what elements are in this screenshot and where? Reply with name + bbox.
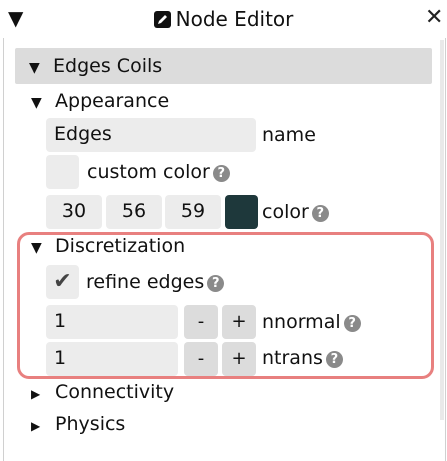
nnormal-label: nnormal: [262, 311, 341, 333]
refine-edges-checkbox[interactable]: ✔: [46, 265, 79, 299]
help-icon[interactable]: ?: [311, 205, 329, 222]
color-label-wrap: color?: [262, 200, 329, 224]
nnormal-input[interactable]: 1: [46, 305, 178, 339]
appearance-label: Appearance: [55, 90, 170, 112]
help-icon[interactable]: ?: [212, 165, 230, 182]
ntrans-label-wrap: ntrans?: [262, 346, 343, 370]
checkmark-icon: ✔: [53, 269, 72, 294]
physics-header[interactable]: ▶ Physics: [31, 412, 125, 438]
color-green-input[interactable]: 56: [106, 195, 162, 229]
color-red-input[interactable]: 30: [46, 195, 102, 229]
ntrans-increment-button[interactable]: +: [222, 342, 256, 376]
nnormal-label-wrap: nnormal?: [262, 310, 361, 334]
window-title: Node Editor: [0, 7, 447, 31]
color-blue-input[interactable]: 59: [165, 195, 221, 229]
connectivity-label: Connectivity: [55, 381, 175, 403]
discretization-label: Discretization: [55, 235, 186, 257]
triangle-down-icon: ▼: [31, 95, 42, 111]
name-input[interactable]: Edges: [46, 118, 256, 152]
physics-label: Physics: [55, 413, 126, 435]
close-icon[interactable]: ✕: [425, 6, 443, 30]
refine-edges-label: refine edges: [86, 271, 205, 293]
color-swatch[interactable]: [225, 195, 258, 229]
help-icon[interactable]: ?: [207, 275, 225, 292]
custom-color-label: custom color: [87, 161, 210, 183]
nnormal-decrement-button[interactable]: -: [184, 305, 218, 339]
triangle-right-icon: ▶: [31, 419, 41, 433]
triangle-down-icon: ▼: [29, 60, 40, 76]
help-icon[interactable]: ?: [325, 351, 343, 368]
nnormal-increment-button[interactable]: +: [222, 305, 256, 339]
triangle-right-icon: ▶: [31, 387, 41, 401]
custom-color-label-wrap: custom color?: [87, 160, 230, 184]
ntrans-label: ntrans: [262, 347, 323, 369]
triangle-down-icon: ▼: [31, 240, 42, 256]
appearance-header[interactable]: ▼ Appearance: [31, 89, 169, 115]
refine-edges-label-wrap: refine edges?: [86, 270, 225, 294]
help-icon[interactable]: ?: [343, 315, 361, 332]
section-title: Edges Coils: [53, 55, 163, 77]
discretization-header[interactable]: ▼ Discretization: [31, 234, 185, 260]
connectivity-header[interactable]: ▶ Connectivity: [31, 380, 174, 406]
color-label: color: [262, 201, 309, 223]
pencil-icon: [153, 11, 171, 28]
name-label: name: [262, 124, 316, 146]
ntrans-decrement-button[interactable]: -: [184, 342, 218, 376]
section-edges-coils[interactable]: ▼ Edges Coils: [15, 48, 432, 84]
scrollbar[interactable]: [440, 40, 444, 420]
ntrans-input[interactable]: 1: [46, 342, 178, 376]
window-title-text: Node Editor: [175, 7, 294, 31]
custom-color-checkbox[interactable]: [46, 155, 79, 189]
